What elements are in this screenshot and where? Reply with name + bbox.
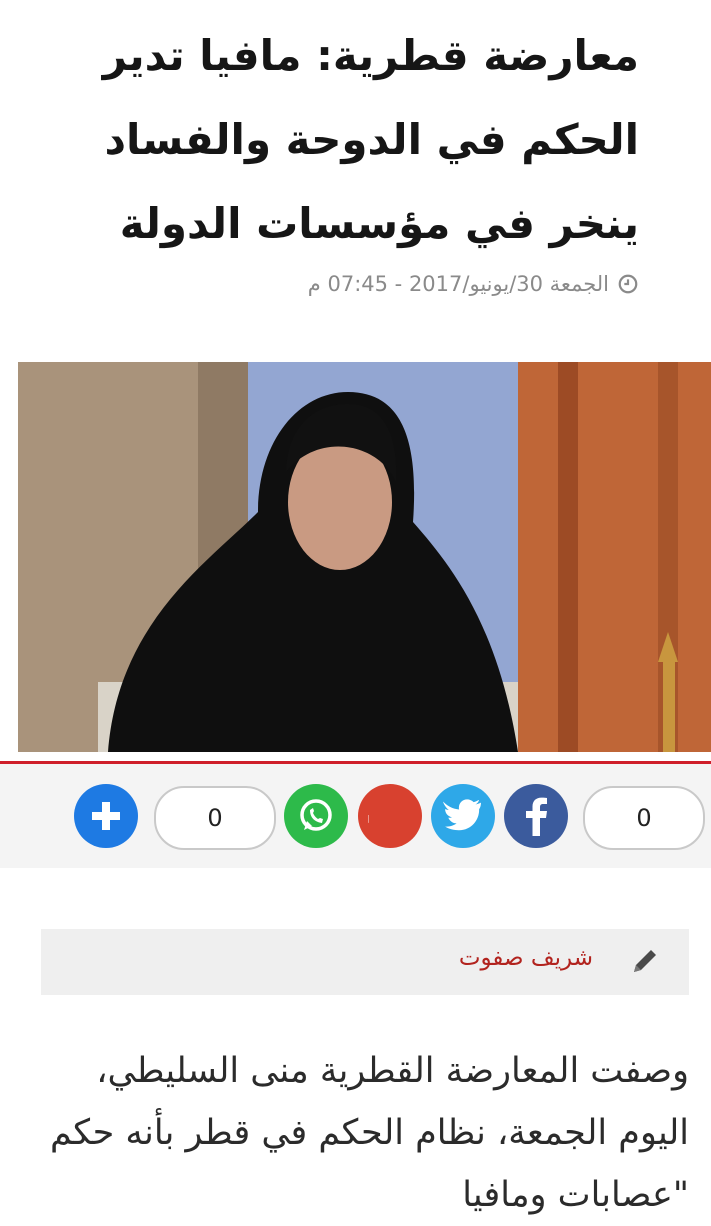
author-box: شريف صفوت	[41, 929, 689, 995]
twitter-icon	[443, 799, 481, 831]
facebook-icon	[526, 797, 547, 836]
clock-icon	[618, 274, 638, 294]
article-meta: الجمعة 30/يونيو/2017 - 07:45 م	[308, 272, 639, 296]
share-count-right: 0	[583, 786, 705, 850]
share-count-right-value: 0	[636, 804, 652, 832]
google-plus-icon: G+	[368, 805, 370, 830]
whatsapp-icon	[300, 799, 332, 831]
share-count-left-value: 0	[207, 804, 223, 832]
add-icon	[92, 802, 120, 830]
share-count-left: 0	[154, 786, 276, 850]
author-name[interactable]: شريف صفوت	[459, 945, 593, 971]
article-body: وصفت المعارضة القطرية منى السليطي، اليوم…	[50, 1051, 689, 1215]
whatsapp-share-button[interactable]	[284, 784, 348, 848]
google-plus-share-button[interactable]: G+	[358, 784, 422, 848]
publish-date: الجمعة 30/يونيو/2017 - 07:45 م	[307, 272, 609, 296]
pencil-icon	[634, 950, 656, 972]
share-bar: 0 G+ 0	[0, 764, 711, 868]
article-title: معارضة قطرية: مافيا تدير الحكم في الدوحة…	[102, 31, 639, 248]
facebook-share-button[interactable]	[504, 784, 568, 848]
add-button[interactable]	[74, 784, 138, 848]
twitter-share-button[interactable]	[431, 784, 495, 848]
svg-text:G+: G+	[368, 805, 370, 830]
article-photo	[18, 362, 711, 752]
